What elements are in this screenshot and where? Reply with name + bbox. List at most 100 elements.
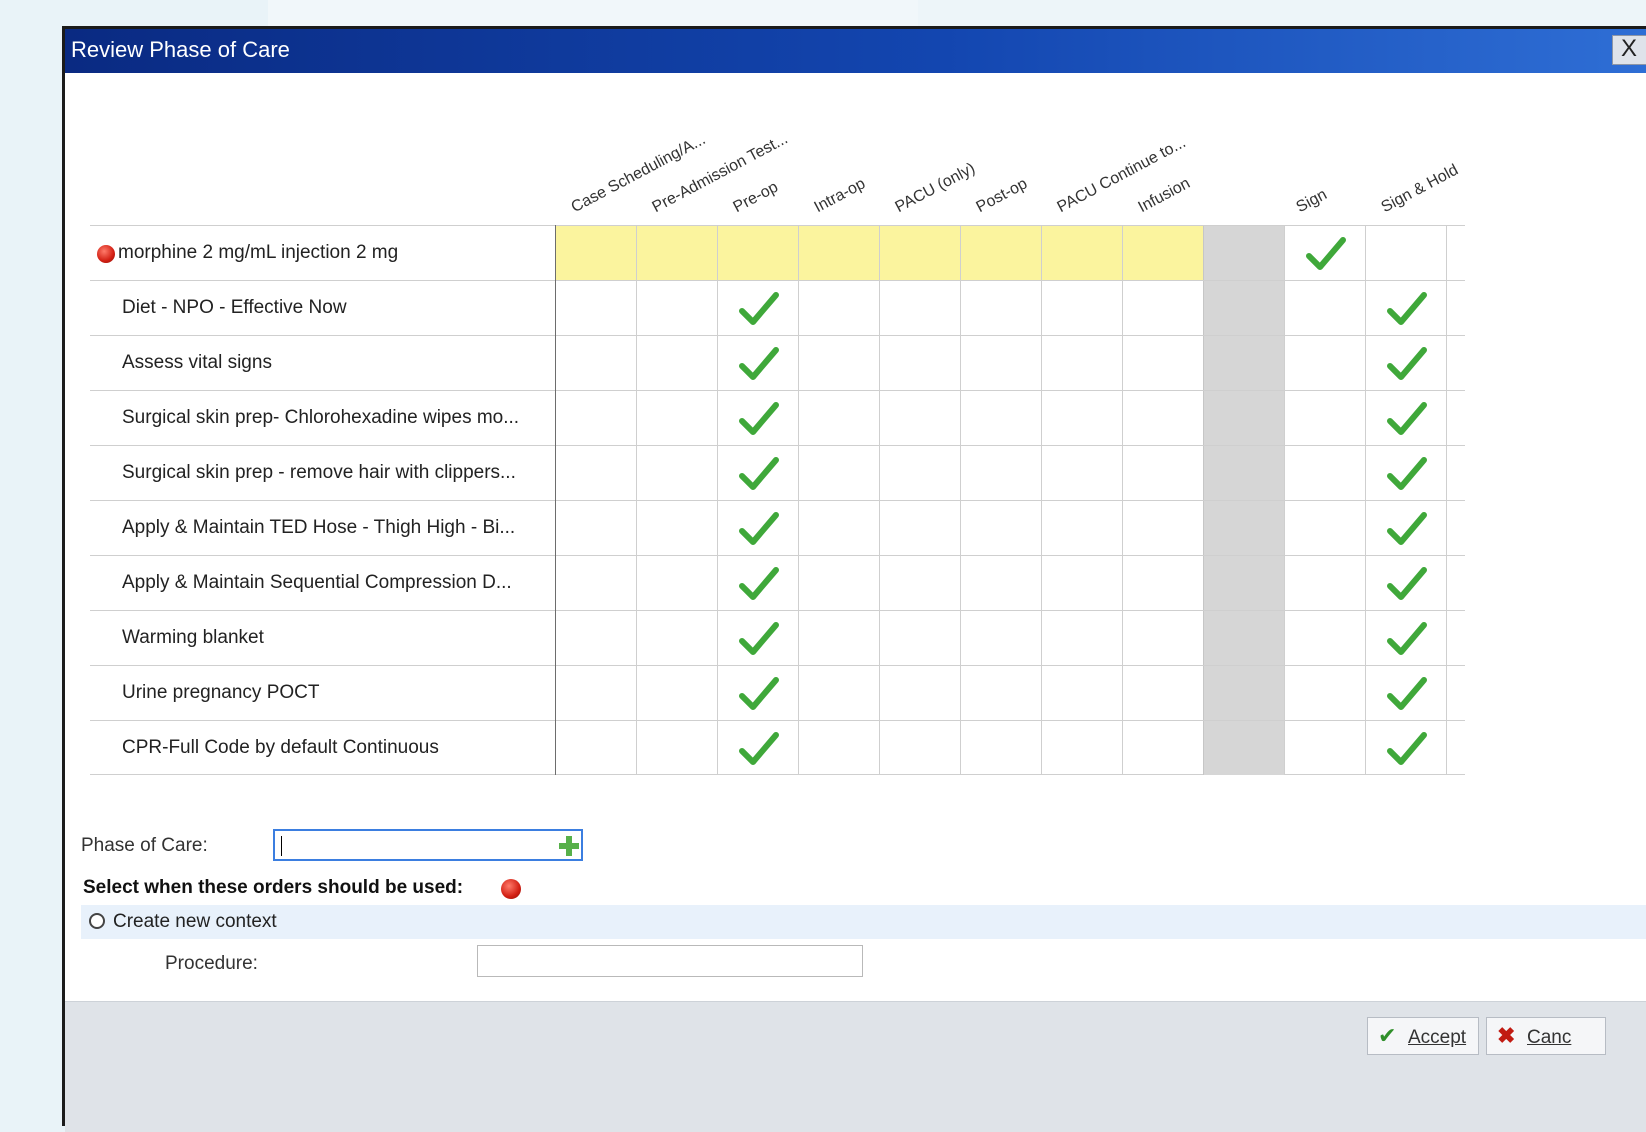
phase-cell[interactable] [960, 446, 1041, 500]
phase-cell[interactable] [1041, 556, 1122, 610]
phase-cell[interactable] [879, 446, 960, 500]
phase-cell[interactable] [1122, 336, 1203, 390]
create-context-radio[interactable] [89, 913, 105, 929]
order-row[interactable]: CPR-Full Code by default Continuous [90, 720, 1465, 775]
plus-icon[interactable] [558, 835, 580, 857]
phase-cell[interactable] [636, 721, 717, 775]
phase-cell[interactable] [1365, 721, 1446, 775]
phase-cell[interactable] [1365, 391, 1446, 445]
phase-cell[interactable] [1122, 556, 1203, 610]
phase-cell[interactable] [798, 226, 879, 280]
phase-cell[interactable] [717, 281, 798, 335]
phase-cell[interactable] [960, 226, 1041, 280]
phase-cell[interactable] [636, 391, 717, 445]
phase-cell[interactable] [879, 391, 960, 445]
phase-cell[interactable] [1122, 501, 1203, 555]
phase-cell[interactable] [1284, 666, 1365, 720]
phase-cell[interactable] [960, 556, 1041, 610]
phase-cell[interactable] [636, 446, 717, 500]
phase-cell[interactable] [555, 226, 636, 280]
phase-cell[interactable] [879, 281, 960, 335]
phase-cell[interactable] [1284, 391, 1365, 445]
phase-cell[interactable] [798, 501, 879, 555]
cancel-button[interactable]: ✖ Canc [1486, 1017, 1606, 1055]
phase-cell[interactable] [960, 336, 1041, 390]
phase-cell[interactable] [960, 666, 1041, 720]
phase-cell[interactable] [1365, 611, 1446, 665]
order-row[interactable]: Surgical skin prep - remove hair with cl… [90, 445, 1465, 500]
phase-cell[interactable] [555, 391, 636, 445]
phase-cell[interactable] [1041, 391, 1122, 445]
phase-cell[interactable] [1041, 501, 1122, 555]
phase-cell[interactable] [798, 611, 879, 665]
phase-cell[interactable] [1284, 556, 1365, 610]
order-row[interactable]: Apply & Maintain TED Hose - Thigh High -… [90, 500, 1465, 555]
phase-cell[interactable] [717, 611, 798, 665]
phase-cell[interactable] [555, 556, 636, 610]
phase-cell[interactable] [1365, 226, 1446, 280]
phase-cell[interactable] [960, 721, 1041, 775]
phase-cell[interactable] [555, 446, 636, 500]
close-button[interactable]: X [1612, 35, 1646, 65]
phase-cell[interactable] [1284, 226, 1365, 280]
phase-cell[interactable] [555, 611, 636, 665]
phase-cell[interactable] [1122, 721, 1203, 775]
phase-cell[interactable] [960, 391, 1041, 445]
phase-cell[interactable] [1284, 446, 1365, 500]
phase-cell[interactable] [636, 501, 717, 555]
phase-cell[interactable] [1122, 611, 1203, 665]
phase-cell[interactable] [636, 611, 717, 665]
phase-cell[interactable] [717, 556, 798, 610]
phase-cell[interactable] [1041, 721, 1122, 775]
procedure-input[interactable] [477, 945, 863, 977]
phase-cell[interactable] [717, 721, 798, 775]
phase-cell[interactable] [555, 666, 636, 720]
phase-cell[interactable] [960, 611, 1041, 665]
phase-cell[interactable] [636, 556, 717, 610]
phase-cell[interactable] [1041, 281, 1122, 335]
phase-cell[interactable] [717, 666, 798, 720]
order-row[interactable]: Assess vital signs [90, 335, 1465, 390]
phase-cell[interactable] [1041, 446, 1122, 500]
phase-cell[interactable] [960, 281, 1041, 335]
phase-cell[interactable] [1284, 611, 1365, 665]
phase-cell[interactable] [879, 666, 960, 720]
phase-cell[interactable] [1365, 446, 1446, 500]
phase-cell[interactable] [1284, 336, 1365, 390]
phase-cell[interactable] [1122, 446, 1203, 500]
order-row[interactable]: morphine 2 mg/mL injection 2 mg [90, 225, 1465, 280]
phase-cell[interactable] [1122, 391, 1203, 445]
phase-cell[interactable] [1365, 666, 1446, 720]
phase-cell[interactable] [798, 391, 879, 445]
phase-cell[interactable] [717, 336, 798, 390]
phase-cell[interactable] [1122, 226, 1203, 280]
phase-cell[interactable] [1041, 226, 1122, 280]
phase-cell[interactable] [798, 446, 879, 500]
phase-cell[interactable] [636, 281, 717, 335]
order-row[interactable]: Diet - NPO - Effective Now [90, 280, 1465, 335]
phase-cell[interactable] [879, 556, 960, 610]
phase-cell[interactable] [717, 226, 798, 280]
phase-cell[interactable] [798, 281, 879, 335]
phase-cell[interactable] [879, 226, 960, 280]
phase-cell[interactable] [1122, 666, 1203, 720]
phase-cell[interactable] [879, 336, 960, 390]
phase-cell[interactable] [636, 226, 717, 280]
phase-cell[interactable] [879, 611, 960, 665]
phase-cell[interactable] [1284, 501, 1365, 555]
phase-cell[interactable] [1122, 281, 1203, 335]
phase-cell[interactable] [636, 336, 717, 390]
phase-cell[interactable] [1041, 336, 1122, 390]
order-row[interactable]: Surgical skin prep- Chlorohexadine wipes… [90, 390, 1465, 445]
phase-cell[interactable] [879, 721, 960, 775]
phase-cell[interactable] [798, 721, 879, 775]
phase-cell[interactable] [1284, 721, 1365, 775]
phase-cell[interactable] [1041, 666, 1122, 720]
order-row[interactable]: Apply & Maintain Sequential Compression … [90, 555, 1465, 610]
phase-cell[interactable] [1365, 336, 1446, 390]
phase-cell[interactable] [798, 336, 879, 390]
phase-cell[interactable] [555, 281, 636, 335]
phase-cell[interactable] [555, 501, 636, 555]
phase-cell[interactable] [717, 391, 798, 445]
order-row[interactable]: Warming blanket [90, 610, 1465, 665]
